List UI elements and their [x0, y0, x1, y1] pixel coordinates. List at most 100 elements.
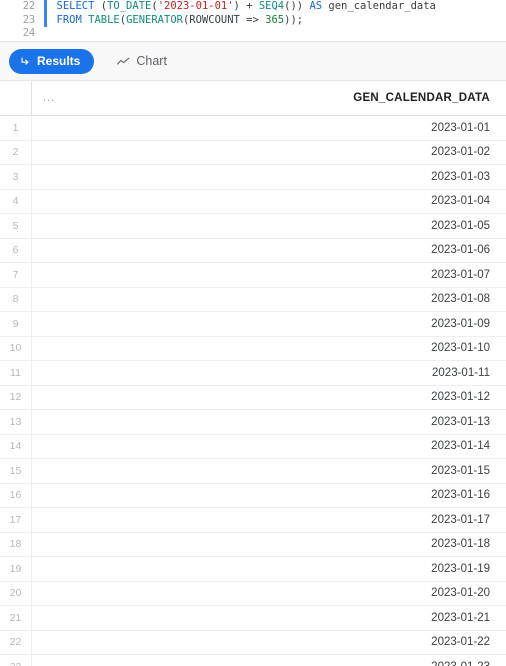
- sql-editor-lines[interactable]: 22 SELECT (TO_DATE('2023-01-01') + SEQ4()…: [0, 0, 506, 41]
- table-row[interactable]: 20 2023-01-20: [0, 581, 506, 606]
- cell-gen-calendar-data[interactable]: 2023-01-15: [32, 459, 506, 483]
- line-number: 23: [22, 13, 35, 26]
- cell-gen-calendar-data[interactable]: 2023-01-23: [32, 655, 506, 666]
- code-token: AS: [309, 0, 323, 12]
- table-row[interactable]: 8 2023-01-08: [0, 287, 506, 312]
- cell-gen-calendar-data[interactable]: 2023-01-12: [32, 386, 506, 410]
- cell-gen-calendar-data[interactable]: 2023-01-21: [32, 606, 506, 630]
- row-number-cell: 14: [0, 434, 32, 458]
- cell-gen-calendar-data[interactable]: 2023-01-13: [32, 410, 506, 434]
- table-row[interactable]: 10 2023-01-10: [0, 336, 506, 361]
- line-number: 22: [22, 0, 35, 12]
- table-row[interactable]: 6 2023-01-06: [0, 238, 506, 263]
- header-row-number-cell: [0, 81, 32, 115]
- cell-gen-calendar-data[interactable]: 2023-01-18: [32, 533, 506, 557]
- table-row[interactable]: 14 2023-01-14: [0, 434, 506, 459]
- cell-gen-calendar-data[interactable]: 2023-01-14: [32, 435, 506, 459]
- code-token: ));: [284, 13, 304, 26]
- table-row[interactable]: 17 2023-01-17: [0, 508, 506, 533]
- table-row[interactable]: 1 2023-01-01: [0, 116, 506, 141]
- table-row[interactable]: 22 2023-01-22: [0, 630, 506, 655]
- row-number-cell: 2: [0, 140, 32, 164]
- cell-gen-calendar-data[interactable]: 2023-01-22: [32, 631, 506, 655]
- active-line-marker: [44, 27, 47, 41]
- row-number-cell: 19: [0, 557, 32, 581]
- table-row[interactable]: 2 2023-01-02: [0, 140, 506, 165]
- row-number-cell: 10: [0, 336, 32, 360]
- sql-editor[interactable]: 22 SELECT (TO_DATE('2023-01-01') + SEQ4()…: [0, 0, 506, 42]
- cell-gen-calendar-data[interactable]: 2023-01-09: [32, 312, 506, 336]
- code-token: (ROWCOUNT =>: [182, 13, 266, 26]
- code-token: TABLE: [88, 13, 120, 26]
- row-number-cell: 8: [0, 287, 32, 311]
- code-token: GENERATOR: [126, 13, 183, 26]
- tab-chart[interactable]: Chart: [111, 53, 173, 69]
- code-line[interactable]: 23 FROM TABLE(GENERATOR(ROWCOUNT => 365))…: [0, 13, 506, 28]
- row-number-cell: 4: [0, 189, 32, 213]
- tab-results[interactable]: Results: [9, 48, 95, 74]
- line-chart-icon: [117, 56, 130, 67]
- header-column-gen-calendar-data[interactable]: GEN_CALENDAR_DATA: [55, 81, 506, 115]
- row-number-cell: 15: [0, 459, 32, 483]
- cell-gen-calendar-data[interactable]: 2023-01-20: [32, 582, 506, 606]
- cell-gen-calendar-data[interactable]: 2023-01-07: [32, 263, 506, 287]
- code-token: (: [94, 0, 108, 12]
- results-tab-bar: Results Chart: [0, 42, 506, 81]
- row-number-cell: 18: [0, 532, 32, 556]
- cell-gen-calendar-data[interactable]: 2023-01-02: [32, 141, 506, 165]
- table-row[interactable]: 5 2023-01-05: [0, 214, 506, 239]
- table-row[interactable]: 15 2023-01-15: [0, 459, 506, 484]
- arrow-turn-down-right-icon: [20, 56, 31, 67]
- cell-gen-calendar-data[interactable]: 2023-01-01: [32, 116, 506, 140]
- row-number-cell: 11: [0, 361, 32, 385]
- cell-gen-calendar-data[interactable]: 2023-01-10: [32, 337, 506, 361]
- cell-gen-calendar-data[interactable]: 2023-01-11: [32, 361, 506, 385]
- row-number-cell: 22: [0, 630, 32, 654]
- code-line[interactable]: 22 SELECT (TO_DATE('2023-01-01') + SEQ4()…: [0, 0, 506, 14]
- code-text: FROM TABLE(GENERATOR(ROWCOUNT => 365));: [47, 14, 304, 28]
- code-token: ) +: [233, 0, 259, 12]
- row-number-cell: 12: [0, 385, 32, 409]
- table-header-row: ... GEN_CALENDAR_DATA: [0, 81, 506, 116]
- table-row[interactable]: 21 2023-01-21: [0, 606, 506, 631]
- row-number-cell: 6: [0, 238, 32, 262]
- code-token: '2023-01-01': [157, 0, 234, 12]
- row-number-cell: 16: [0, 483, 32, 507]
- table-row[interactable]: 7 2023-01-07: [0, 263, 506, 288]
- cell-gen-calendar-data[interactable]: 2023-01-06: [32, 239, 506, 263]
- tab-chart-label: Chart: [136, 54, 167, 68]
- table-row[interactable]: 16 2023-01-16: [0, 483, 506, 508]
- cell-gen-calendar-data[interactable]: 2023-01-19: [32, 557, 506, 581]
- results-table[interactable]: ... GEN_CALENDAR_DATA 1 2023-01-01 2 2023-0…: [0, 81, 506, 666]
- row-number-cell: 1: [0, 116, 32, 140]
- cell-gen-calendar-data[interactable]: 2023-01-04: [32, 190, 506, 214]
- table-row[interactable]: 11 2023-01-11: [0, 361, 506, 386]
- table-row[interactable]: 13 2023-01-13: [0, 410, 506, 435]
- code-token: ()): [284, 0, 310, 12]
- table-row[interactable]: 19 2023-01-19: [0, 557, 506, 582]
- table-row[interactable]: 3 2023-01-03: [0, 165, 506, 190]
- table-row[interactable]: 4 2023-01-04: [0, 189, 506, 214]
- code-line[interactable]: 24: [0, 27, 506, 41]
- tab-results-label: Results: [37, 54, 81, 68]
- cell-gen-calendar-data[interactable]: 2023-01-03: [32, 165, 506, 189]
- row-number-cell: 9: [0, 312, 32, 336]
- code-text: SELECT (TO_DATE('2023-01-01') + SEQ4()) …: [47, 0, 436, 14]
- cell-gen-calendar-data[interactable]: 2023-01-17: [32, 508, 506, 532]
- cell-gen-calendar-data[interactable]: 2023-01-08: [32, 288, 506, 312]
- table-row[interactable]: 9 2023-01-09: [0, 312, 506, 337]
- header-overflow-dots[interactable]: ...: [32, 81, 55, 115]
- row-number-cell: 17: [0, 508, 32, 532]
- cell-gen-calendar-data[interactable]: 2023-01-16: [32, 484, 506, 508]
- cell-gen-calendar-data[interactable]: 2023-01-05: [32, 214, 506, 238]
- table-row[interactable]: 18 2023-01-18: [0, 532, 506, 557]
- code-token: TO_DATE: [107, 0, 152, 12]
- row-number-cell: 7: [0, 263, 32, 287]
- table-row[interactable]: 232023-01-23: [0, 655, 506, 666]
- row-number-cell: 13: [0, 410, 32, 434]
- code-token: SELECT: [56, 0, 95, 12]
- table-row[interactable]: 12 2023-01-12: [0, 385, 506, 410]
- row-number-cell: 20: [0, 581, 32, 605]
- code-token: gen_calendar_data: [322, 0, 436, 12]
- row-number-cell: 5: [0, 214, 32, 238]
